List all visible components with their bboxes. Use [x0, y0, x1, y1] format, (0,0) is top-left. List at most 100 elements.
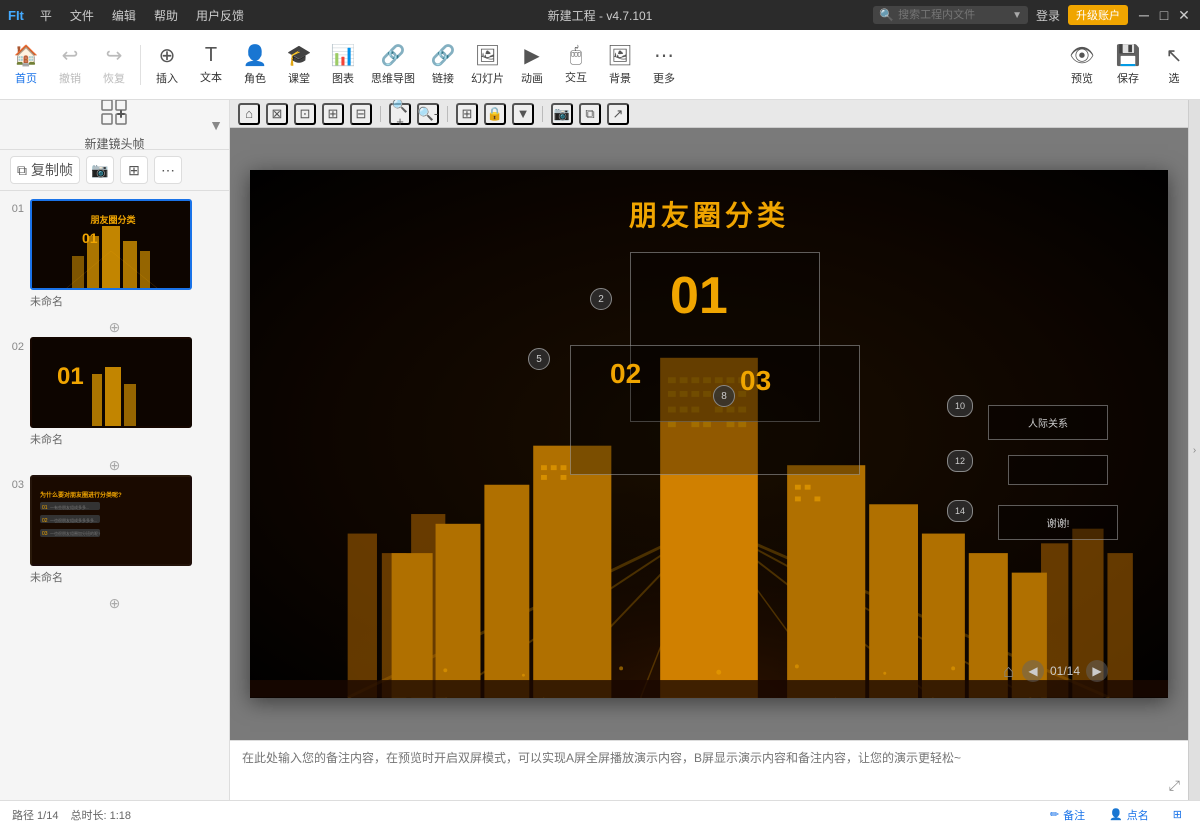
menu-edit[interactable]: 编辑 [104, 5, 144, 26]
med-num-02: 02 [610, 358, 641, 390]
fit-button[interactable]: ⊞ [120, 156, 148, 184]
menu-file[interactable]: 文件 [62, 5, 102, 26]
content-box-5[interactable]: 谢谢! [998, 505, 1118, 540]
fit-height-btn[interactable]: ⊡ [294, 103, 316, 125]
big-num-01: 01 [670, 266, 728, 326]
notes-btn[interactable]: ✏ 备注 [1044, 805, 1091, 825]
more-side-button[interactable]: ⋯ [154, 156, 182, 184]
home-nav-icon[interactable]: ⌂ [1003, 661, 1014, 682]
next-slide-btn[interactable]: ▶ [1086, 660, 1108, 682]
toolbar-preview[interactable]: 👁 预览 [1060, 39, 1104, 90]
lock-dropdown-btn[interactable]: ▼ [512, 103, 534, 125]
slide-num-2: 02 [6, 337, 24, 353]
fullscreen-btn[interactable]: ⊞ [1167, 806, 1188, 823]
notes-expand-button[interactable]: ⤢ [1169, 777, 1180, 794]
canvas-toolbar: ⌂ ⊠ ⊡ ⊞ ⊟ 🔍+ 🔍- ⊞ 🔒 ▼ 📷 ⧉ ↗ [230, 100, 1188, 128]
undo-label: 撤销 [59, 70, 81, 86]
med-num-03: 03 [740, 365, 771, 397]
slide-thumb-2[interactable]: 01 [30, 337, 192, 428]
camera-button[interactable]: 📷 [86, 156, 114, 184]
preview-icon: 👁 [1069, 43, 1094, 68]
menu-feedback[interactable]: 用户反馈 [188, 5, 252, 26]
menu-ping[interactable]: 平 [32, 5, 60, 26]
svg-text:03: 03 [42, 531, 48, 537]
zoom-in-btn[interactable]: 🔍+ [389, 103, 411, 125]
copy-frame-button[interactable]: ⧉ 复制帧 [10, 156, 80, 184]
toolbar-bg[interactable]: 🖼 背景 [598, 39, 642, 90]
title-bar-right: 🔍 ▼ 登录 升级账户 ─ □ ✕ [873, 5, 1192, 25]
slide-canvas[interactable]: 朋友圈分类 01 02 03 2 5 8 人际关系 [250, 170, 1168, 698]
home-canvas-btn[interactable]: ⌂ [238, 103, 260, 125]
badge-2: 2 [590, 288, 612, 310]
bottom-bar: 路径 1/14 总时长: 1:18 ✏ 备注 👤 点名 ⊞ [0, 800, 1200, 828]
export-btn[interactable]: ↗ [607, 103, 629, 125]
login-button[interactable]: 登录 [1036, 7, 1060, 24]
fit-all-btn[interactable]: ⊟ [350, 103, 372, 125]
toolbar-animate[interactable]: ▶ 动画 [510, 39, 554, 90]
toolbar-interact[interactable]: 🖱 交互 [554, 40, 598, 89]
toolbar-link[interactable]: 🔗 链接 [421, 39, 465, 90]
callout-btn[interactable]: 👤 点名 [1103, 805, 1155, 825]
align-btn[interactable]: ⊞ [456, 103, 478, 125]
search-dropdown-icon[interactable]: ▼ [1012, 10, 1022, 21]
home-label: 首页 [15, 70, 37, 86]
menu-help[interactable]: 帮助 [146, 5, 186, 26]
maximize-button[interactable]: □ [1156, 7, 1172, 23]
layer-btn[interactable]: ⧉ [579, 103, 601, 125]
toolbar-select[interactable]: ↖ 选 [1152, 39, 1196, 90]
link-label: 链接 [432, 70, 454, 86]
toolbar: 🏠 首页 ↩ 撤销 ↪ 恢复 ⊕ 插入 T 文本 👤 角色 🎓 课堂 📊 图表 … [0, 30, 1200, 100]
mindmap-label: 思维导图 [371, 70, 415, 86]
new-frame-button[interactable]: 新建镜头帧 [68, 100, 160, 158]
class-label: 课堂 [288, 70, 310, 86]
toolbar-role[interactable]: 👤 角色 [233, 39, 277, 90]
toolbar-chart[interactable]: 📊 图表 [321, 39, 365, 90]
fit-page-btn[interactable]: ⊞ [322, 103, 344, 125]
toolbar-text[interactable]: T 文本 [189, 40, 233, 89]
slide-nav: ⌂ ◀ 01/14 ▶ [1003, 660, 1108, 682]
svg-text:02: 02 [42, 518, 48, 524]
upgrade-button[interactable]: 升级账户 [1068, 5, 1128, 25]
toolbar-undo[interactable]: ↩ 撤销 [48, 39, 92, 90]
fit-width-btn[interactable]: ⊠ [266, 103, 288, 125]
toolbar-save[interactable]: 💾 保存 [1106, 39, 1150, 90]
right-collapse-icon: › [1193, 445, 1196, 456]
sidebar-collapse-button[interactable]: ▼ [209, 117, 223, 133]
chart-label: 图表 [332, 70, 354, 86]
toolbar-insert[interactable]: ⊕ 插入 [145, 39, 189, 90]
prev-slide-btn[interactable]: ◀ [1022, 660, 1044, 682]
content-box-3[interactable]: 人际关系 [988, 405, 1108, 440]
slide-thumb-3[interactable]: 为什么要对朋友圈进行分类呢? 01 一有些朋友组成多多... 02 一也很朋友组… [30, 475, 192, 566]
search-box[interactable]: 🔍 ▼ [873, 6, 1028, 24]
search-input[interactable] [898, 9, 1008, 21]
right-panel-collapse[interactable]: › [1188, 100, 1200, 800]
new-frame-icon [100, 100, 128, 131]
home-icon: 🏠 [14, 43, 39, 68]
minimize-button[interactable]: ─ [1136, 7, 1152, 23]
callout-btn-label: 点名 [1127, 807, 1149, 823]
preview-label: 预览 [1071, 70, 1093, 86]
camera-canvas-btn[interactable]: 📷 [551, 103, 573, 125]
slide-thumb-1[interactable]: 朋友圈分类 01 [30, 199, 192, 290]
chart-icon: 📊 [331, 43, 356, 68]
slide-item-3[interactable]: 03 为什么要对朋友圈进行分类呢? 01 一有些朋友组成多多... 02 一也很… [6, 475, 223, 585]
canvas-sep-1 [380, 106, 381, 122]
slide-item-1[interactable]: 01 朋友圈分类 [6, 199, 223, 309]
toolbar-mindmap[interactable]: 🔗 思维导图 [365, 39, 421, 90]
copy-icon: ⧉ [17, 162, 27, 179]
spacer-icon-2: ⊕ [109, 457, 121, 474]
content-box-4[interactable] [1008, 455, 1108, 485]
sidebar: 新建镜头帧 ▼ ⧉ 复制帧 📷 ⊞ ⋯ 01 [0, 100, 230, 800]
zoom-out-btn[interactable]: 🔍- [417, 103, 439, 125]
close-button[interactable]: ✕ [1176, 7, 1192, 23]
lock-btn[interactable]: 🔒 [484, 103, 506, 125]
slide-label-2: 未命名 [30, 431, 223, 447]
toolbar-home[interactable]: 🏠 首页 [4, 39, 48, 90]
notes-input[interactable] [242, 749, 1176, 792]
toolbar-more[interactable]: ⋯ 更多 [642, 39, 686, 90]
toolbar-slides[interactable]: 🖼 幻灯片 [465, 39, 510, 90]
toolbar-class[interactable]: 🎓 课堂 [277, 39, 321, 90]
toolbar-redo[interactable]: ↪ 恢复 [92, 39, 136, 90]
slide-item-2[interactable]: 02 01 未命名 [6, 337, 223, 447]
insert-icon: ⊕ [159, 43, 176, 68]
